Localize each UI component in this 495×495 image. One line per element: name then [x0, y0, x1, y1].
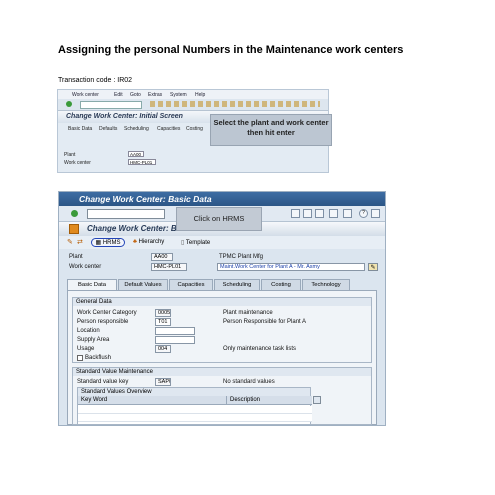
- standard-value-key-field[interactable]: SAP0: [155, 378, 171, 386]
- table-row[interactable]: [78, 414, 312, 422]
- general-data-title: General Data: [73, 298, 371, 306]
- menu-icon[interactable]: [69, 224, 79, 234]
- hrms-button[interactable]: ▦ HRMS: [91, 238, 125, 247]
- tab-costing[interactable]: Costing: [261, 279, 301, 290]
- work-center-label: Work center: [69, 264, 102, 270]
- tab-defaults[interactable]: Defaults: [99, 126, 117, 132]
- command-field[interactable]: [80, 101, 142, 109]
- tab-capacities[interactable]: Capacities: [157, 126, 180, 132]
- work-center-field: HMC-PL01: [151, 263, 187, 271]
- tab-costing[interactable]: Costing: [186, 126, 203, 132]
- window-title-bar: Change Work Center: Basic Data: [59, 192, 385, 206]
- location-label: Location: [77, 328, 100, 334]
- back-icon[interactable]: [303, 209, 312, 218]
- general-data-group: General Data Work Center Category 0005 P…: [72, 297, 372, 363]
- work-center-field[interactable]: HMC-PL01: [128, 159, 156, 165]
- backflush-checkbox[interactable]: [77, 355, 83, 361]
- settings-icon[interactable]: [371, 209, 380, 218]
- standard-value-group: Standard Value Maintenance Standard valu…: [72, 367, 372, 425]
- plant-description: TPMC Plant Mfg: [219, 254, 264, 260]
- screen-title: Change Work Center: Initial Screen: [66, 113, 183, 120]
- tab-technology[interactable]: Technology: [302, 279, 350, 290]
- tab-scheduling[interactable]: Scheduling: [124, 126, 149, 132]
- table-row[interactable]: [78, 406, 312, 414]
- command-field[interactable]: [87, 209, 165, 219]
- help-icon[interactable]: ?: [359, 209, 368, 218]
- template-icon: ▯: [181, 240, 185, 246]
- menu-work-center[interactable]: Work center: [72, 92, 99, 98]
- plant-field[interactable]: AA00: [128, 151, 144, 157]
- callout-click-hrms: Click on HRMS: [176, 207, 262, 231]
- menu-help[interactable]: Help: [195, 92, 205, 98]
- grid-icon[interactable]: [343, 209, 352, 218]
- column-key-word[interactable]: Key Word: [78, 396, 226, 405]
- table-settings-icon[interactable]: [313, 396, 321, 404]
- other-object-icon[interactable]: ⇄: [77, 238, 83, 246]
- plant-label: Plant: [69, 254, 83, 260]
- enter-icon[interactable]: [66, 101, 72, 107]
- hierarchy-button[interactable]: ♣ Hierarchy: [133, 239, 164, 245]
- tab-scheduling[interactable]: Scheduling: [214, 279, 260, 290]
- long-text-icon[interactable]: ✎: [368, 263, 378, 271]
- application-toolbar: ✎ ⇄ ▦ HRMS ♣ Hierarchy ▯ Template: [59, 236, 385, 249]
- save-icon[interactable]: [291, 209, 300, 218]
- standard-value-title: Standard Value Maintenance: [73, 368, 371, 376]
- supply-area-field[interactable]: [155, 336, 195, 344]
- document-title: Assigning the personal Numbers in the Ma…: [58, 44, 404, 56]
- usage-description: Only maintenance task lists: [223, 346, 297, 352]
- work-center-label: Work center: [64, 160, 91, 166]
- standard-value-key-description: No standard values: [223, 379, 275, 385]
- template-label: Template: [185, 240, 211, 246]
- work-center-description-field[interactable]: Maint.Work Center for Plant A - Mr. Asmy: [217, 263, 365, 271]
- person-responsible-label: Person responsible: [77, 319, 129, 325]
- callout-select-plant: Select the plant and work center then hi…: [210, 114, 332, 146]
- menu-bar: Work center Edit Goto Extras System Help: [58, 90, 328, 99]
- menu-extras[interactable]: Extras: [148, 92, 162, 98]
- plant-field: AA00: [151, 253, 173, 261]
- toolbar-icons: [150, 101, 320, 107]
- category-label: Work Center Category: [77, 310, 137, 316]
- usage-label: Usage: [77, 346, 95, 352]
- hierarchy-label: Hierarchy: [138, 239, 165, 245]
- menu-system[interactable]: System: [170, 92, 187, 98]
- menu-goto[interactable]: Goto: [130, 92, 141, 98]
- display-change-icon[interactable]: ✎: [67, 238, 73, 246]
- backflush-label: Backflush: [85, 355, 112, 361]
- transaction-code-note: Transaction code : IR02: [58, 77, 133, 84]
- tab-basic-data[interactable]: Basic Data: [68, 126, 92, 132]
- template-button[interactable]: ▯ Template: [181, 239, 210, 246]
- hrms-icon: ▦: [95, 240, 102, 246]
- basic-data-panel: General Data Work Center Category 0005 P…: [67, 290, 377, 425]
- layout-icon[interactable]: [329, 209, 338, 218]
- person-responsible-description: Person Responsible for Plant A: [223, 319, 307, 325]
- column-description[interactable]: Description: [226, 396, 312, 405]
- usage-field[interactable]: 004: [155, 345, 171, 353]
- hierarchy-icon: ♣: [133, 239, 137, 245]
- standard-values-overview: Standard Values Overview Key Word Descri…: [77, 387, 312, 425]
- tab-default-values[interactable]: Default Values: [118, 279, 168, 290]
- enter-icon[interactable]: [71, 210, 78, 217]
- hrms-label: HRMS: [102, 240, 121, 246]
- exit-icon[interactable]: [315, 209, 324, 218]
- category-description: Plant maintenance: [223, 310, 273, 316]
- overview-title: Standard Values Overview: [78, 388, 310, 396]
- menu-edit[interactable]: Edit: [114, 92, 123, 98]
- location-field[interactable]: [155, 327, 195, 335]
- standard-value-key-label: Standard value key: [77, 379, 129, 385]
- window-title: Change Work Center: Basic Data: [79, 194, 212, 204]
- category-field[interactable]: 0005: [155, 309, 171, 317]
- standard-toolbar: [58, 99, 328, 111]
- supply-area-label: Supply Area: [77, 337, 110, 343]
- plant-label: Plant: [64, 152, 76, 158]
- tab-capacities[interactable]: Capacities: [169, 279, 213, 290]
- person-responsible-field[interactable]: T01: [155, 318, 171, 326]
- tab-basic-data[interactable]: Basic Data: [67, 279, 117, 290]
